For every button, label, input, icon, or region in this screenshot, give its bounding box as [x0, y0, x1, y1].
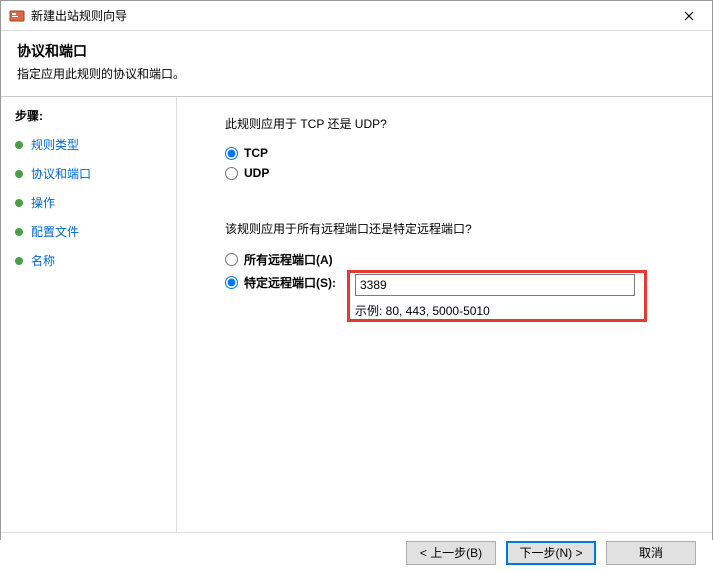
- page-title: 协议和端口: [17, 41, 696, 61]
- ports-question: 该规则应用于所有远程端口还是特定远程端口?: [225, 220, 688, 237]
- step-action[interactable]: 操作: [15, 194, 168, 211]
- wizard-body: 步骤: 规则类型 协议和端口 操作 配置文件 名称 此规则应用于 TCP 还是 …: [1, 97, 712, 532]
- specific-ports-input[interactable]: [355, 274, 635, 296]
- radio-all-ports-label: 所有远程端口(A): [244, 251, 333, 268]
- bullet-icon: [15, 257, 23, 265]
- protocol-question: 此规则应用于 TCP 还是 UDP?: [225, 115, 688, 132]
- protocol-tcp-row[interactable]: TCP: [225, 146, 688, 160]
- step-label: 协议和端口: [31, 165, 91, 182]
- ports-specific-radio-row[interactable]: 特定远程端口(S):: [225, 274, 355, 291]
- close-button[interactable]: [666, 1, 712, 31]
- next-button[interactable]: 下一步(N) >: [506, 541, 596, 565]
- radio-tcp-label: TCP: [244, 146, 268, 160]
- back-button[interactable]: < 上一步(B): [406, 541, 496, 565]
- titlebar: 新建出站规则向导: [1, 1, 712, 31]
- radio-tcp[interactable]: [225, 147, 238, 160]
- app-icon: [9, 8, 25, 24]
- step-profile[interactable]: 配置文件: [15, 223, 168, 240]
- ports-example: 示例: 80, 443, 5000-5010: [355, 302, 635, 319]
- page-subtitle: 指定应用此规则的协议和端口。: [17, 65, 696, 82]
- bullet-icon: [15, 199, 23, 207]
- ports-specific-row: 特定远程端口(S): 示例: 80, 443, 5000-5010: [225, 274, 688, 319]
- wizard-footer: < 上一步(B) 下一步(N) > 取消: [1, 532, 712, 572]
- radio-udp[interactable]: [225, 167, 238, 180]
- bullet-icon: [15, 170, 23, 178]
- step-label: 配置文件: [31, 223, 79, 240]
- radio-udp-label: UDP: [244, 166, 269, 180]
- radio-specific-ports[interactable]: [225, 276, 238, 289]
- main-panel: 此规则应用于 TCP 还是 UDP? TCP UDP 该规则应用于所有远程端口还…: [176, 97, 712, 532]
- radio-specific-ports-label: 特定远程端口(S):: [244, 274, 336, 291]
- step-name[interactable]: 名称: [15, 252, 168, 269]
- cancel-button[interactable]: 取消: [606, 541, 696, 565]
- ports-all-row[interactable]: 所有远程端口(A): [225, 251, 688, 268]
- step-label: 操作: [31, 194, 55, 211]
- window-title: 新建出站规则向导: [31, 7, 666, 24]
- page-header: 协议和端口 指定应用此规则的协议和端口。: [1, 31, 712, 97]
- step-rule-type[interactable]: 规则类型: [15, 136, 168, 153]
- protocol-udp-row[interactable]: UDP: [225, 166, 688, 180]
- step-label: 名称: [31, 252, 55, 269]
- bullet-icon: [15, 228, 23, 236]
- bullet-icon: [15, 141, 23, 149]
- step-protocol-ports[interactable]: 协议和端口: [15, 165, 168, 182]
- radio-all-ports[interactable]: [225, 253, 238, 266]
- step-label: 规则类型: [31, 136, 79, 153]
- steps-heading: 步骤:: [15, 107, 168, 124]
- steps-sidebar: 步骤: 规则类型 协议和端口 操作 配置文件 名称: [1, 97, 176, 532]
